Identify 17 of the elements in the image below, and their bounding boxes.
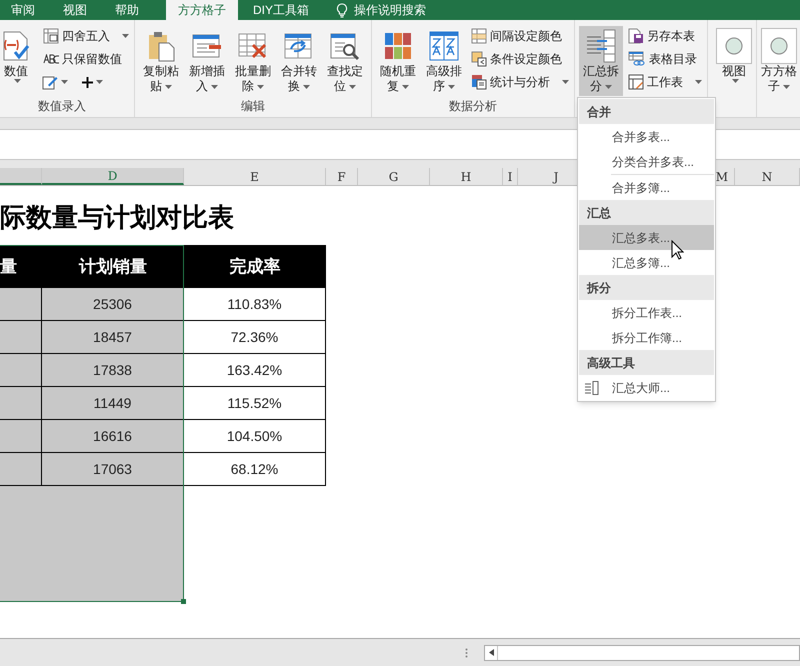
table-header-cell-text: 计划销量	[78, 256, 148, 278]
group-label: 数据分析	[448, 98, 498, 115]
group-label: 数值录入	[37, 98, 87, 115]
table-header-cell-text: 完成率	[228, 256, 282, 278]
table-cell: 104.50%	[184, 420, 326, 453]
menu-section-heading: 高级工具	[579, 350, 714, 375]
table-header-cell-text: 量	[0, 256, 18, 278]
table-cell: 110.83%	[184, 288, 326, 321]
menu-section-heading: 汇总	[579, 200, 714, 225]
menu-section-heading: 拆分	[579, 275, 714, 300]
menu-section-heading: 合并	[579, 99, 714, 124]
table-cell: 163.42%	[184, 354, 326, 387]
table-cell: 115.52%	[184, 387, 326, 420]
group-label: 编辑	[240, 98, 266, 115]
table-cell: 68.12%	[184, 453, 326, 486]
table-cell: 72.36%	[184, 321, 326, 354]
sheet-title: 际数量与计划对比表	[0, 201, 234, 234]
